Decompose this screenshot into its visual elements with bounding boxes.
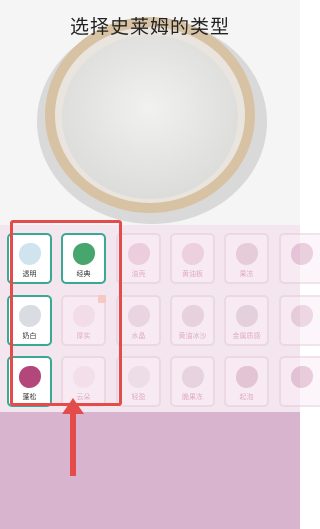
slime-sample-icon [127, 305, 150, 327]
slime-type-option[interactable] [279, 233, 320, 284]
slime-type-option[interactable] [279, 356, 320, 407]
slime-type-option[interactable]: 果冻 [224, 233, 269, 284]
slime-sample-icon [127, 366, 150, 388]
slime-type-option[interactable]: 油壳 [116, 233, 161, 284]
up-arrow-icon [62, 398, 84, 476]
slime-type-label: 轻盈 [131, 393, 146, 401]
slime-sample-icon [181, 305, 204, 327]
slime-type-option[interactable]: 水晶 [116, 295, 161, 346]
slime-sample-icon [290, 366, 313, 388]
page-title: 选择史莱姆的类型 [69, 16, 230, 38]
slime-type-label: 脆果冻 [182, 393, 203, 401]
slime-type-label: 黄油冰沙 [178, 332, 207, 340]
slime-sample-icon [235, 305, 258, 327]
slime-sample-icon [235, 366, 258, 388]
bowl-preview-area: 选择史莱姆的类型 [0, 0, 300, 225]
highlight-box [10, 220, 122, 406]
slime-type-option[interactable]: 金属质感 [224, 295, 269, 346]
slime-type-option[interactable]: 起泡 [224, 356, 269, 407]
slime-type-option[interactable]: 黄油板 [170, 233, 215, 284]
slime-type-option[interactable]: 轻盈 [116, 356, 161, 407]
slime-sample-icon [127, 243, 150, 265]
slime-type-label: 金属质感 [232, 332, 261, 340]
slime-sample-icon [181, 243, 204, 265]
slime-type-label: 水晶 [131, 332, 146, 340]
slime-type-option[interactable]: 脆果冻 [170, 356, 215, 407]
bottom-panel [0, 412, 300, 529]
slime-sample-icon [235, 243, 258, 265]
slime-sample-icon [290, 243, 313, 265]
bowl-interior [62, 35, 238, 199]
slime-type-option[interactable]: 黄油冰沙 [170, 295, 215, 346]
slime-type-label: 起泡 [239, 393, 254, 401]
slime-type-label: 油壳 [131, 270, 146, 278]
slime-sample-icon [181, 366, 204, 388]
slime-type-label: 果冻 [239, 270, 254, 278]
slime-type-option[interactable] [279, 295, 320, 346]
slime-sample-icon [290, 305, 313, 327]
slime-type-label: 黄油板 [182, 270, 203, 278]
